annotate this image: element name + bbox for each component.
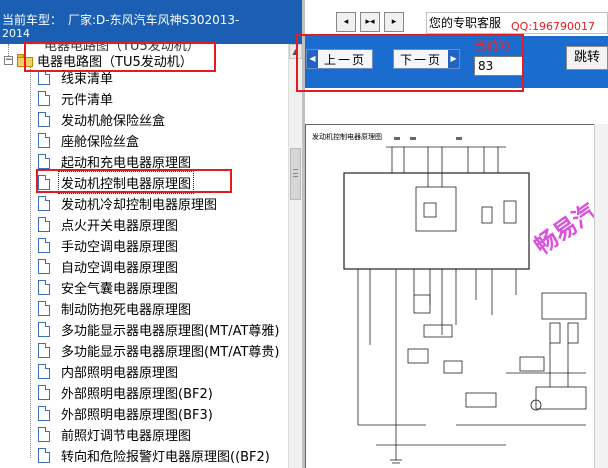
car-model-value: 厂家:D-东风汽车风神S302013- xyxy=(68,13,240,27)
document-icon xyxy=(38,133,50,148)
tree-item-label: 发动机冷却控制电器原理图 xyxy=(61,198,218,213)
car-model-line: 当前车型： 厂家:D-东风汽车风神S302013- xyxy=(2,11,239,28)
document-icon xyxy=(38,238,50,253)
document-icon xyxy=(38,91,50,106)
tree-item[interactable]: 安全气囊电器原理图 xyxy=(38,277,180,298)
document-icon xyxy=(38,301,50,316)
document-icon xyxy=(38,259,50,274)
car-model-header: 当前车型： 厂家:D-东风汽车风神S302013- 2014 xyxy=(0,0,302,44)
tree-item-label: 自动空调电器原理图 xyxy=(61,261,179,276)
document-icon xyxy=(38,217,50,232)
tree-item[interactable]: 元件清单 xyxy=(38,88,115,109)
document-icon xyxy=(38,196,50,211)
tree-item-label: 外部照明电器原理图(BF3) xyxy=(61,408,213,423)
document-icon xyxy=(38,427,50,442)
car-model-label: 当前车型： xyxy=(2,13,63,27)
tree-item[interactable]: 发动机舱保险丝盒 xyxy=(38,109,167,130)
frame-controls: ◂ ▸◂ ▸ xyxy=(336,12,404,32)
jump-button[interactable]: 跳转 xyxy=(566,46,608,70)
service-label: 您的专职客服 xyxy=(429,16,502,30)
tree-connector xyxy=(30,66,31,458)
tree-item[interactable]: 多功能显示器电器原理图(MT/AT尊雅) xyxy=(38,319,282,340)
document-icon xyxy=(38,70,50,85)
tree-item-label: 内部照明电器原理图 xyxy=(61,366,179,381)
tree-item-label: 多功能显示器电器原理图(MT/AT尊贵) xyxy=(61,345,280,360)
tree-item-label: 前照灯调节电器原理图 xyxy=(61,429,192,444)
scrollbar-thumb[interactable] xyxy=(290,148,301,200)
tree-item[interactable]: 外部照明电器原理图(BF2) xyxy=(38,382,215,403)
document-icon xyxy=(38,385,50,400)
tree-item-label: 外部照明电器原理图(BF2) xyxy=(61,387,213,402)
service-qq[interactable]: QQ:196790017 xyxy=(511,20,595,33)
tree-item[interactable]: 制动防抱死电器原理图 xyxy=(38,298,193,319)
schematic-tree: 电器电路图（TU5发动机） − 电器电路图（TU5发动机） 线束清单 元件清单 … xyxy=(0,44,288,468)
document-icon xyxy=(38,406,50,421)
tree-item-label: 座舱保险丝盒 xyxy=(61,135,140,150)
tree-item[interactable]: 外部照明电器原理图(BF3) xyxy=(38,403,215,424)
document-icon xyxy=(38,154,50,169)
car-model-year: 2014 xyxy=(2,27,30,40)
collapse-left-icon[interactable]: ◂ xyxy=(336,12,356,32)
restore-panes-icon[interactable]: ▸◂ xyxy=(360,12,380,32)
tree-item[interactable]: 发动机冷却控制电器原理图 xyxy=(38,193,219,214)
sheet-scrollbar[interactable] xyxy=(594,124,608,468)
document-icon xyxy=(38,280,50,295)
tree-item-label: 安全气囊电器原理图 xyxy=(61,282,179,297)
tree-item-label: 转向和危险报警灯电器原理图((BF2) xyxy=(61,450,270,465)
collapse-right-icon[interactable]: ▸ xyxy=(384,12,404,32)
customer-service-box: 您的专职客服 QQ:196790017 xyxy=(426,12,608,34)
tree-item[interactable]: 自动空调电器原理图 xyxy=(38,256,180,277)
grip-icon xyxy=(293,169,298,177)
schematic-drawing xyxy=(343,137,587,464)
tree-item-label: 点火开关电器原理图 xyxy=(61,219,179,234)
tree-item[interactable]: 内部照明电器原理图 xyxy=(38,361,180,382)
document-icon xyxy=(38,448,50,463)
tree-item[interactable]: 多功能显示器电器原理图(MT/AT尊贵) xyxy=(38,340,282,361)
document-icon xyxy=(38,112,50,127)
tree-item-label: 制动防抱死电器原理图 xyxy=(61,303,192,318)
tree-item[interactable]: 座舱保险丝盒 xyxy=(38,130,141,151)
highlight-box-nav xyxy=(296,34,524,92)
tree-item[interactable]: 手动空调电器原理图 xyxy=(38,235,180,256)
tree-item-label: 元件清单 xyxy=(61,93,114,108)
tree-item-label: 手动空调电器原理图 xyxy=(61,240,179,255)
collapse-icon[interactable]: − xyxy=(4,55,13,65)
document-icon xyxy=(38,322,50,337)
highlight-box-root xyxy=(24,42,216,72)
document-icon xyxy=(38,364,50,379)
tree-item-label: 多功能显示器电器原理图(MT/AT尊雅) xyxy=(61,324,280,339)
tree-item[interactable]: 前照灯调节电器原理图 xyxy=(38,424,193,445)
tree-item[interactable]: 转向和危险报警灯电器原理图((BF2) xyxy=(38,445,272,466)
schematic-sheet[interactable]: 发动机控制电器原理图 畅易汽 xyxy=(305,124,608,468)
tree-scrollbar[interactable]: ▲ xyxy=(288,44,302,468)
highlight-box-selected xyxy=(36,169,232,193)
tree-item[interactable]: 点火开关电器原理图 xyxy=(38,214,180,235)
tree-item-label: 发动机舱保险丝盒 xyxy=(61,114,166,129)
document-icon xyxy=(38,343,50,358)
